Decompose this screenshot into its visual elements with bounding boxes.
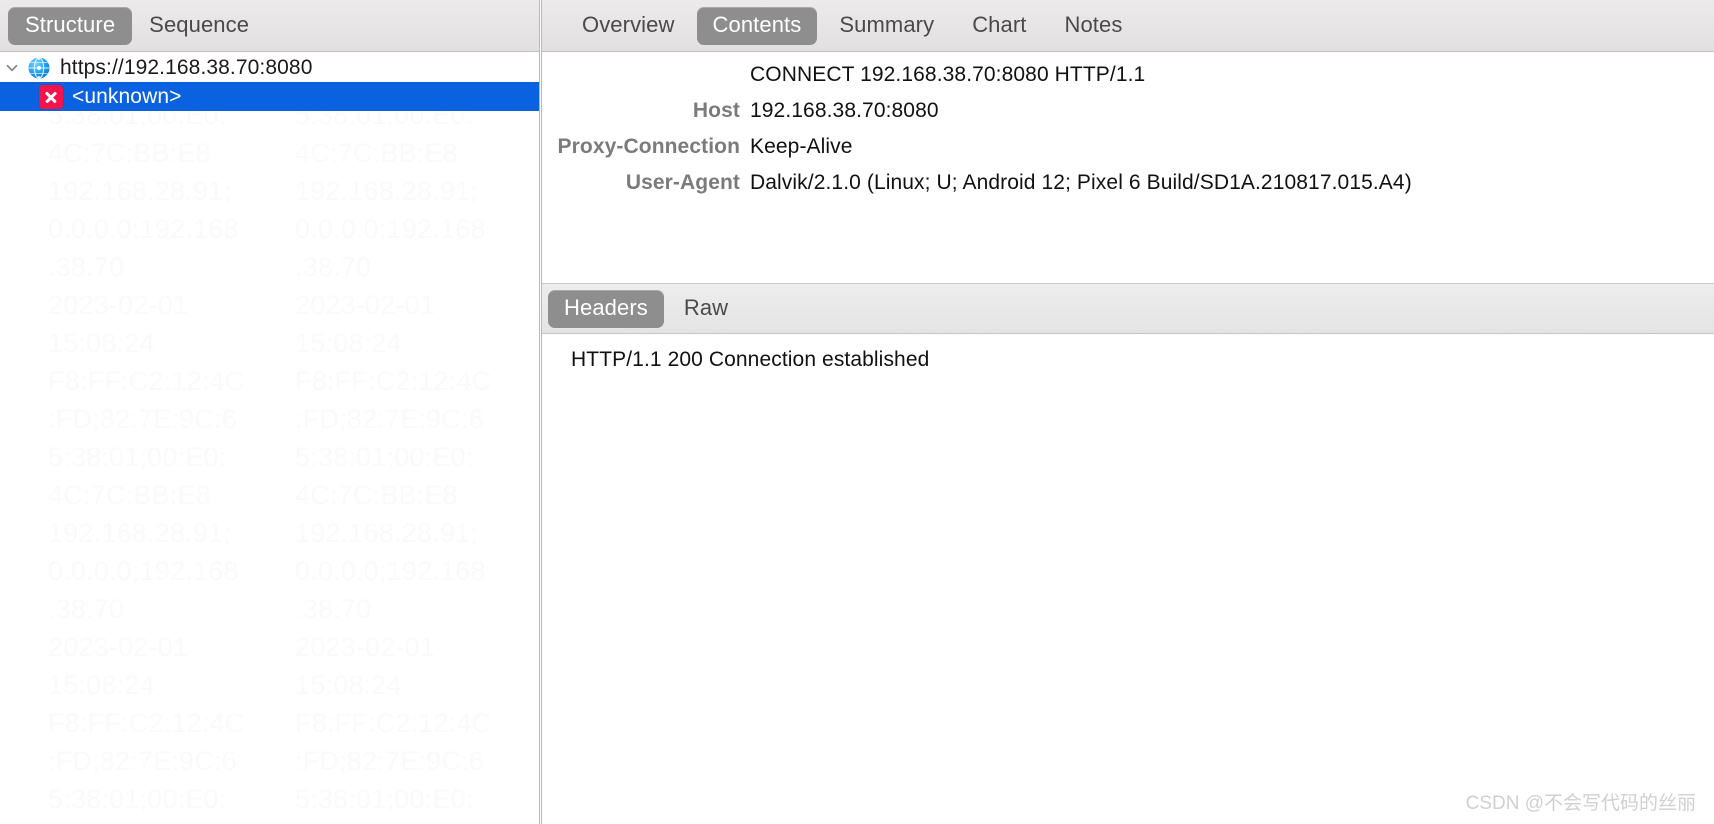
tab-sequence[interactable]: Sequence <box>132 7 266 45</box>
csdn-credit-watermark: CSDN @不会写代码的丝丽 <box>1465 793 1696 814</box>
tab-contents[interactable]: Contents <box>696 6 818 45</box>
vertical-pane-separator <box>541 0 542 824</box>
charles-proxy-window: 192.168.28.91; 0.0.0.0;192.168 .38.70 20… <box>0 0 1714 824</box>
header-value: Keep-Alive <box>750 135 853 158</box>
tab-notes[interactable]: Notes <box>1048 7 1138 45</box>
header-name: User-Agent <box>625 171 740 194</box>
request-line-row: CONNECT 192.168.38.70:8080 HTTP/1.1 <box>541 63 1714 99</box>
response-headers-body: HTTP/1.1 200 Connection established <box>541 335 1714 824</box>
pane-divider[interactable] <box>539 0 540 824</box>
tree-row-unknown[interactable]: <unknown> <box>0 82 539 111</box>
header-row-proxy-connection: Proxy-Connection Keep-Alive <box>541 135 1714 171</box>
right-pane: Overview Contents Summary Chart Notes CO… <box>541 0 1714 824</box>
tree-row-label: <unknown> <box>72 84 182 108</box>
header-value: Dalvik/2.1.0 (Linux; U; Android 12; Pixe… <box>750 171 1412 194</box>
header-row-host: Host 192.168.38.70:8080 <box>541 99 1714 135</box>
tab-summary[interactable]: Summary <box>823 7 950 45</box>
error-x-icon <box>38 84 64 110</box>
tree-row-host[interactable]: https://192.168.38.70:8080 <box>0 53 539 82</box>
request-line-value: CONNECT 192.168.38.70:8080 HTTP/1.1 <box>750 63 1146 86</box>
request-headers-panel: CONNECT 192.168.38.70:8080 HTTP/1.1 Host… <box>541 53 1714 278</box>
response-status-line: HTTP/1.1 200 Connection established <box>571 348 930 371</box>
header-row-user-agent: User-Agent Dalvik/2.1.0 (Linux; U; Andro… <box>541 171 1714 207</box>
tab-headers[interactable]: Headers <box>548 289 664 328</box>
globe-icon <box>26 55 52 81</box>
header-name: Host <box>692 99 740 122</box>
left-pane: Structure Sequence https://192.168.38.70… <box>0 0 540 824</box>
tab-overview[interactable]: Overview <box>566 7 691 45</box>
tab-raw[interactable]: Raw <box>668 290 744 328</box>
detail-tabbar[interactable]: Overview Contents Summary Chart Notes <box>541 0 1714 52</box>
structure-sequence-segmented-control[interactable]: Structure Sequence <box>8 7 266 45</box>
response-tabbar[interactable]: Headers Raw <box>541 283 1714 334</box>
session-tree[interactable]: https://192.168.38.70:8080 <unknown> <box>0 53 539 111</box>
header-name: Proxy-Connection <box>557 135 740 158</box>
left-toolbar: Structure Sequence <box>0 0 540 52</box>
chevron-down-icon[interactable] <box>0 53 24 82</box>
tab-structure[interactable]: Structure <box>8 7 133 45</box>
header-value: 192.168.38.70:8080 <box>750 99 939 122</box>
tree-row-label: https://192.168.38.70:8080 <box>60 55 313 79</box>
tab-chart[interactable]: Chart <box>956 7 1042 45</box>
